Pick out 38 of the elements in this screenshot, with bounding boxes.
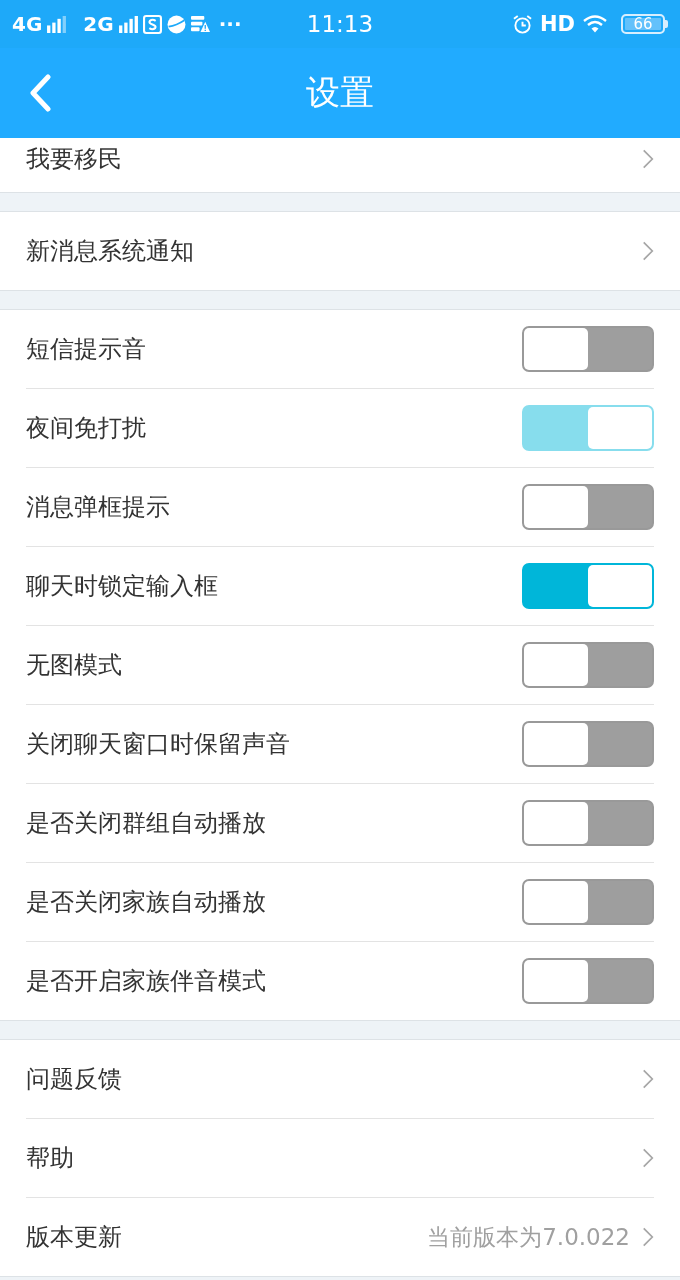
chevron-right-icon xyxy=(642,148,654,170)
network-type: 2G xyxy=(83,12,114,36)
setting-label: 聊天时锁定输入框 xyxy=(26,571,218,602)
setting-label: 是否关闭家族自动播放 xyxy=(26,887,266,918)
setting-label: 是否开启家族伴音模式 xyxy=(26,966,266,997)
chevron-right-icon xyxy=(642,240,654,262)
setting-label: 是否关闭群组自动播放 xyxy=(26,808,266,839)
hd-label: HD xyxy=(540,12,575,36)
toggle-switch[interactable] xyxy=(522,642,654,688)
setting-label: 关闭聊天窗口时保留声音 xyxy=(26,729,290,760)
network-type: 4G xyxy=(12,12,43,36)
toggle-switch[interactable] xyxy=(522,563,654,609)
chevron-right-icon xyxy=(642,1226,654,1248)
signal-icon xyxy=(47,15,67,33)
chevron-right-icon xyxy=(642,1068,654,1090)
page-title: 设置 xyxy=(306,71,374,114)
app-badge-icon xyxy=(142,14,162,34)
signal-icon xyxy=(118,15,138,33)
setting-label: 短信提示音 xyxy=(26,334,146,365)
setting-label: 无图模式 xyxy=(26,650,122,681)
database-warning-icon xyxy=(190,14,210,34)
setting-label: 夜间免打扰 xyxy=(26,413,146,444)
more-notifications: ··· xyxy=(218,12,242,36)
toggle-switch[interactable] xyxy=(522,800,654,846)
toggle-switch[interactable] xyxy=(522,879,654,925)
toggle-switch[interactable] xyxy=(522,958,654,1004)
clock-time: 11:13 xyxy=(306,11,374,37)
toggle-switch[interactable] xyxy=(522,484,654,530)
chevron-left-icon xyxy=(28,74,52,112)
toggle-switch[interactable] xyxy=(522,326,654,372)
ball-icon xyxy=(166,14,186,34)
battery-indicator: 66 xyxy=(621,14,668,34)
chevron-right-icon xyxy=(642,1147,654,1169)
version-text: 当前版本为7.0.022 xyxy=(427,1222,630,1252)
alarm-clock-icon xyxy=(513,14,532,34)
toggle-switch[interactable] xyxy=(522,721,654,767)
setting-label: 消息弹框提示 xyxy=(26,492,170,523)
wifi-icon xyxy=(583,15,607,33)
